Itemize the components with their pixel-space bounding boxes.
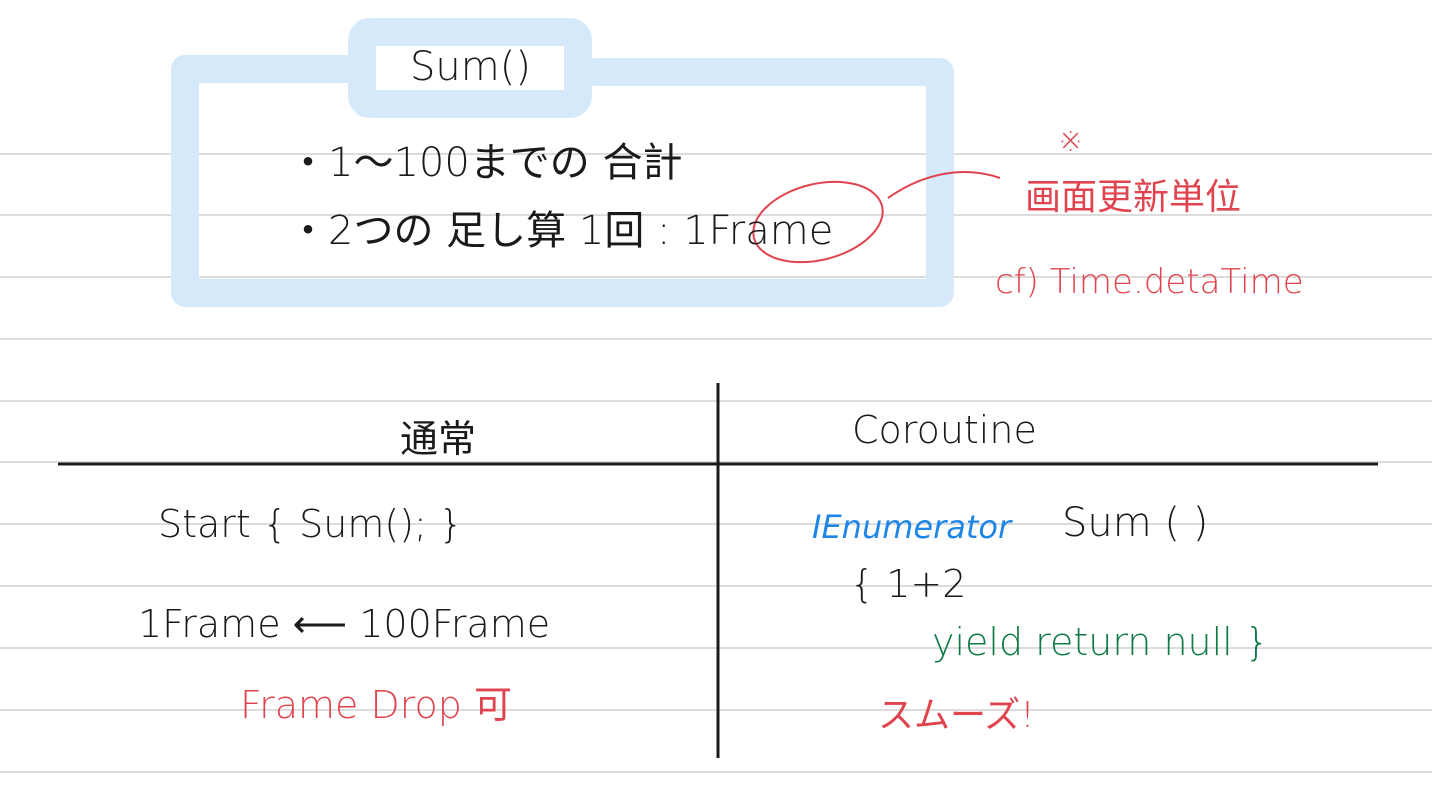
right-line-1-type: IEnumerator [812,508,1012,546]
right-line-4: スムーズ! [878,695,1035,736]
note-line-1: 画面更新単位 [1025,177,1242,218]
box-title: Sum() [410,44,531,90]
box-bullet-2: ・2つの 足し算 1回 : 1Frame [288,208,834,254]
left-column-header: 通常 [400,417,477,461]
drawing-layer [58,18,1378,758]
right-column-header: Coroutine [852,408,1037,452]
right-line-2: { 1+2 [850,562,967,606]
note-line-2: cf) Time.detaTime [995,262,1304,302]
left-line-3: Frame Drop 可 [240,683,512,727]
left-line-2: 1Frame ⟵ 100Frame [138,602,551,646]
left-line-1: Start { Sum(); } [158,502,464,546]
right-line-1-name: Sum ( ) [1062,500,1209,546]
box-bullet-1: ・1～100までの 合計 [288,140,683,186]
note-mark: ※ [1058,124,1084,159]
right-line-3: yield return null } [932,620,1269,664]
